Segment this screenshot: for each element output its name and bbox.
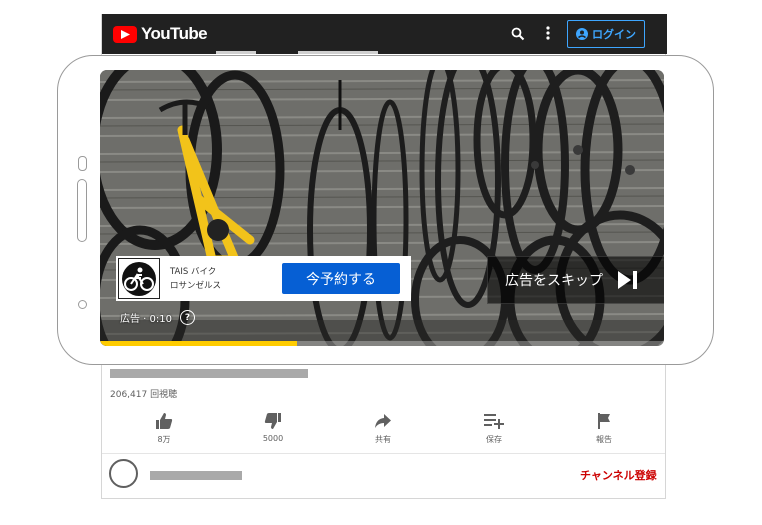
subscribe-button[interactable]: チャンネル登録 <box>580 467 657 483</box>
play-logo-icon <box>113 25 137 43</box>
ad-progress-bar[interactable] <box>100 341 664 346</box>
info-icon[interactable]: ? <box>180 310 195 325</box>
login-button[interactable]: ログイン <box>567 20 645 48</box>
like-count: 8万 <box>157 435 171 444</box>
thumbs-down-icon <box>243 410 303 432</box>
divider <box>102 453 665 454</box>
skip-next-icon <box>618 271 637 289</box>
share-label: 共有 <box>375 435 391 444</box>
video-frame-bicycles <box>100 70 664 346</box>
report-button[interactable]: 報告 <box>574 410 634 445</box>
phone-speaker <box>77 179 87 242</box>
view-count: 206,417 回視聴 <box>110 390 178 400</box>
tab-indicator <box>216 51 256 54</box>
phone-camera <box>78 300 87 309</box>
share-icon <box>353 410 413 432</box>
report-label: 報告 <box>596 435 612 444</box>
dislike-count: 5000 <box>262 434 284 443</box>
search-icon[interactable] <box>511 26 525 45</box>
bicycle-logo-icon <box>122 261 156 296</box>
ad-countdown: 広告 · 0:10 ? <box>120 310 195 325</box>
channel-avatar[interactable] <box>109 459 138 488</box>
ad-progress-fill <box>100 341 298 346</box>
top-app-bar: YouTube ログイン <box>102 14 667 54</box>
save-label: 保存 <box>486 435 502 444</box>
youtube-logo[interactable]: YouTube <box>113 24 208 44</box>
dislike-button[interactable]: 5000 <box>243 410 303 443</box>
skip-ad-label: 広告をスキップ <box>505 273 603 289</box>
login-label: ログイン <box>592 28 636 41</box>
tab-indicator <box>298 51 378 54</box>
playlist-add-icon <box>464 410 524 432</box>
flag-icon <box>574 410 634 432</box>
save-button[interactable]: 保存 <box>464 410 524 445</box>
advertiser-location: ロサンゼルス <box>170 280 222 291</box>
reserve-now-button[interactable]: 今予約する <box>282 263 400 294</box>
share-button[interactable]: 共有 <box>353 410 413 445</box>
ad-time-label: 広告 · 0:10 <box>120 314 172 325</box>
advertiser-logo <box>118 258 160 299</box>
more-vert-icon[interactable] <box>545 25 551 45</box>
advertiser-name: TAIS バイク <box>170 266 217 277</box>
thumbs-up-icon <box>134 410 194 432</box>
video-player[interactable]: TAIS バイク ロサンゼルス 今予約する 広告をスキップ 広告 · 0:10 … <box>100 70 664 346</box>
skip-ad-button[interactable]: 広告をスキップ <box>487 256 664 304</box>
like-button[interactable]: 8万 <box>134 410 194 445</box>
ad-info-card[interactable]: TAIS バイク ロサンゼルス 今予約する <box>116 256 411 301</box>
account-icon <box>576 28 588 40</box>
logo-text: YouTube <box>141 24 208 43</box>
channel-name-placeholder <box>150 471 242 480</box>
video-title-placeholder <box>110 369 308 378</box>
phone-earpiece <box>78 156 87 171</box>
